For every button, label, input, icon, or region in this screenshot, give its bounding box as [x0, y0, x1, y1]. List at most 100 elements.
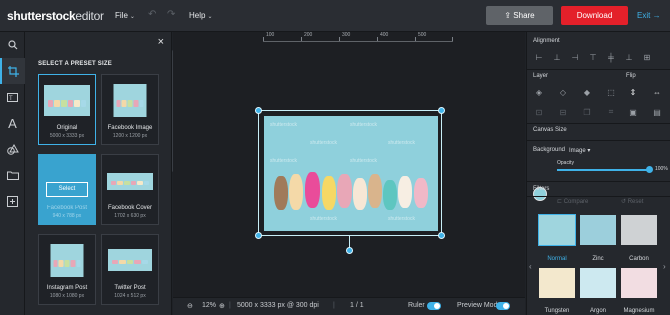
align-middle-icon[interactable]: ╪ — [605, 51, 617, 63]
macaron — [414, 178, 428, 208]
align-left-icon[interactable]: ⊢ — [533, 51, 545, 63]
ruler-toggle[interactable] — [427, 302, 441, 310]
canvas-image[interactable]: shutterstock shutterstock shutterstock s… — [264, 116, 438, 231]
share-icon: ⇪ — [504, 11, 514, 20]
preset-thumb — [107, 173, 153, 190]
alignment-title: Alignment — [533, 38, 560, 44]
lock-icon[interactable]: ▣ — [627, 106, 639, 118]
send-backward-icon[interactable]: ◆ — [581, 86, 593, 98]
crop-icon[interactable] — [0, 58, 25, 84]
group-icon[interactable]: ⊡ — [533, 106, 545, 118]
text-icon[interactable]: A — [0, 110, 25, 136]
preset-title: SELECT A PRESET SIZE — [38, 61, 112, 67]
resize-handle-bl[interactable] — [255, 232, 262, 239]
preset-dims: 1080 x 1080 px — [49, 293, 85, 299]
watermark: shutterstock — [270, 158, 297, 164]
align-top-icon[interactable]: ⊤ — [587, 51, 599, 63]
zoom-level: 12% — [202, 302, 217, 309]
send-back-icon[interactable]: ⬚ — [605, 86, 617, 98]
reset-button[interactable]: ↺ Reset — [621, 198, 643, 205]
search-icon[interactable] — [0, 32, 25, 58]
chevron-right-icon[interactable]: › — [663, 262, 666, 271]
filter-magnesium[interactable] — [621, 268, 657, 298]
opacity-label: Opacity — [557, 160, 574, 166]
opacity-slider[interactable] — [557, 169, 649, 171]
watermark: shutterstock — [310, 216, 337, 222]
duplicate-icon[interactable]: ❐ — [581, 106, 593, 118]
watermark: shutterstock — [388, 216, 415, 222]
opacity-slider-knob[interactable] — [646, 166, 653, 173]
background-type-select[interactable]: Image ▾ — [569, 147, 590, 154]
filter-tungsten[interactable] — [539, 268, 575, 298]
flip-horizontal-icon[interactable]: ⇔ — [651, 86, 663, 98]
layer-title: Layer — [533, 73, 549, 79]
share-label: Share — [513, 11, 535, 20]
download-button[interactable]: Download — [561, 6, 628, 25]
canvas-size-title[interactable]: Canvas Size — [533, 127, 567, 133]
ungroup-icon[interactable]: ⊟ — [557, 106, 569, 118]
preview-mode-label: Preview Mode — [457, 302, 502, 309]
filter-argon[interactable] — [580, 268, 616, 298]
redo-icon[interactable]: ↷ — [167, 9, 175, 20]
prev-page-icon[interactable]: | — [333, 302, 335, 309]
preset-dims: 5000 x 3333 px — [49, 133, 85, 139]
preset-card-twitter-post[interactable]: Twitter Post 1024 x 512 px — [101, 234, 159, 305]
filter-carbon[interactable] — [621, 215, 657, 245]
preset-card-facebook-post[interactable]: Select Facebook Post 940 x 788 px — [38, 154, 96, 225]
zoom-in-icon[interactable]: ⊕ — [219, 302, 225, 310]
macaron — [353, 178, 367, 210]
image-size-readout: 5000 x 3333 px @ 300 dpi — [237, 302, 319, 309]
watermark: shutterstock — [270, 122, 297, 128]
align-right-icon[interactable]: ⊣ — [569, 51, 581, 63]
distribute-icon[interactable]: ⊞ — [641, 51, 653, 63]
chevron-down-icon: ⌄ — [129, 14, 135, 20]
shapes-icon[interactable] — [0, 136, 25, 162]
align-bottom-icon[interactable]: ⊥ — [623, 51, 635, 63]
preset-name: Twitter Post — [114, 285, 146, 291]
rotate-handle[interactable] — [346, 247, 353, 254]
menu-help[interactable]: Help ⌄ — [189, 11, 212, 20]
close-icon[interactable]: × — [158, 36, 164, 48]
filter-name: Argon — [589, 308, 606, 314]
compare-button[interactable]: ⊏ Compare — [557, 198, 588, 205]
preset-card-instagram-post[interactable]: Instagram Post 1080 x 1080 px — [38, 234, 96, 305]
trash-icon[interactable]: ▤ — [651, 106, 663, 118]
undo-icon[interactable]: ↶ — [148, 9, 156, 20]
macaron — [305, 172, 320, 208]
filter-name: Zinc — [592, 256, 604, 262]
macaron — [383, 180, 397, 210]
ruler-toggle-label: Ruler — [408, 302, 425, 309]
filter-zinc[interactable] — [580, 215, 616, 245]
preset-dims: 1702 x 630 px — [114, 213, 146, 219]
share-button[interactable]: ⇪ Share — [486, 6, 553, 25]
menu-file[interactable]: File ⌄ — [115, 11, 135, 20]
resize-handle-br[interactable] — [438, 232, 445, 239]
preset-dims: 1024 x 512 px — [114, 293, 146, 299]
preset-card-original[interactable]: Original 5000 x 3333 px — [38, 74, 96, 145]
resize-handle-tl[interactable] — [255, 107, 262, 114]
align-center-icon[interactable]: ⊥ — [551, 51, 563, 63]
compare-icon: ⊏ — [557, 199, 564, 205]
text-box-icon[interactable]: T — [0, 84, 25, 110]
preset-card-facebook-cover[interactable]: Facebook Cover 1702 x 630 px — [101, 154, 159, 225]
watermark: shutterstock — [310, 140, 337, 146]
select-button[interactable]: Select — [46, 182, 88, 197]
chevron-left-icon[interactable]: ‹ — [529, 262, 532, 271]
watermark: shutterstock — [350, 122, 377, 128]
resize-handle-tr[interactable] — [438, 107, 445, 114]
bring-front-icon[interactable]: ◈ — [533, 86, 545, 98]
flip-vertical-icon[interactable]: ⇕ — [627, 86, 639, 98]
preset-name: Original — [56, 125, 78, 131]
logo-light: editor — [75, 9, 104, 23]
bring-forward-icon[interactable]: ◇ — [557, 86, 569, 98]
crop-object-icon[interactable]: ⌗ — [605, 106, 617, 118]
exit-link[interactable]: Exit → — [637, 11, 661, 20]
filter-normal[interactable] — [538, 214, 576, 246]
preview-mode-toggle[interactable] — [496, 302, 510, 310]
macaron — [322, 176, 336, 210]
preset-card-facebook-image[interactable]: Facebook Image 1200 x 1200 px — [101, 74, 159, 145]
zoom-out-icon[interactable]: ⊖ — [187, 302, 193, 310]
folder-icon[interactable] — [0, 162, 25, 188]
add-image-icon[interactable] — [0, 188, 25, 214]
logo[interactable]: shutterstockeditor — [7, 9, 104, 23]
